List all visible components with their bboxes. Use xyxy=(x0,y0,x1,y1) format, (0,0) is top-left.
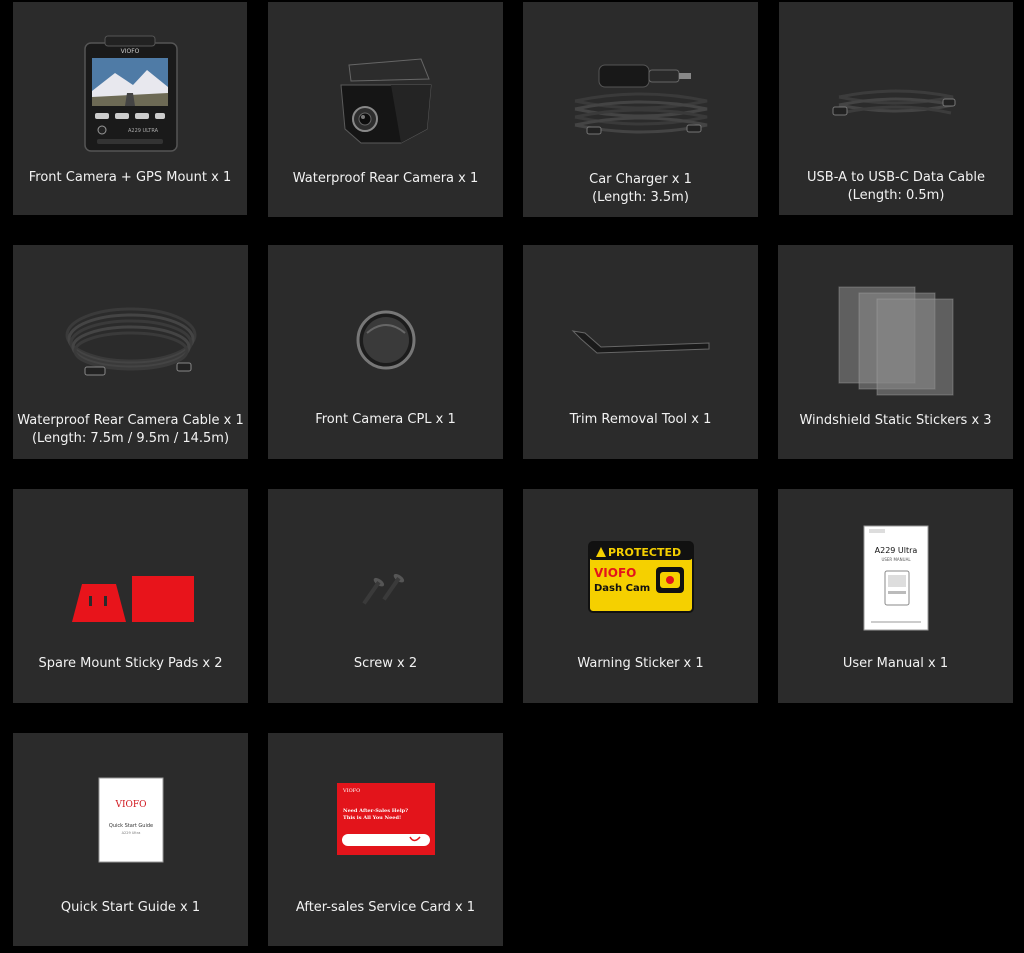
rear-camera-cable-icon xyxy=(13,290,248,390)
item-card-trim-tool: Trim Removal Tool x 1 xyxy=(523,245,758,459)
front-camera-icon: VIOFO A229 ULTRA xyxy=(13,32,247,162)
item-card-screws: Screw x 2 xyxy=(268,489,503,703)
item-card-cpl: Front Camera CPL x 1 xyxy=(268,245,503,459)
screw-icon xyxy=(268,569,503,619)
svg-text:VIOFO: VIOFO xyxy=(114,800,146,810)
item-card-quick-start-guide: VIOFO Quick Start Guide A229 Ultra Quick… xyxy=(13,733,248,946)
item-label: Front Camera + GPS Mount x 1 xyxy=(28,170,232,185)
svg-text:Dash Cam: Dash Cam xyxy=(594,583,650,594)
item-card-rear-camera: Waterproof Rear Camera x 1 xyxy=(268,2,503,217)
svg-text:VIOFO: VIOFO xyxy=(121,48,140,55)
item-label: User Manual x 1 xyxy=(842,656,949,671)
item-card-user-manual: A229 Ultra USER MANUAL User Manual x 1 xyxy=(778,489,1013,703)
item-card-car-charger: Car Charger x 1 (Length: 3.5m) xyxy=(523,2,758,217)
item-card-sticky-pads: Spare Mount Sticky Pads x 2 xyxy=(13,489,248,703)
usb-cable-icon xyxy=(779,67,1013,137)
item-card-static-stickers: Windshield Static Stickers x 3 xyxy=(778,245,1013,459)
svg-text:This is All You Need!: This is All You Need! xyxy=(343,815,401,821)
rear-camera-icon xyxy=(268,57,503,147)
item-label: Front Camera CPL x 1 xyxy=(315,412,456,427)
svg-text:Quick Start Guide: Quick Start Guide xyxy=(108,823,152,829)
cpl-filter-icon xyxy=(268,295,503,385)
item-label: Trim Removal Tool x 1 xyxy=(569,412,712,427)
svg-text:A229 ULTRA: A229 ULTRA xyxy=(128,128,159,134)
user-manual-icon: A229 Ultra USER MANUAL xyxy=(778,523,1013,633)
quick-start-guide-icon: VIOFO Quick Start Guide A229 Ultra xyxy=(13,775,248,865)
static-stickers-icon xyxy=(778,275,1013,405)
item-card-usb-cable: USB-A to USB-C Data Cable (Length: 0.5m) xyxy=(779,2,1013,215)
item-card-warning-sticker: PROTECTED VIOFO Dash Cam Warning Sticker… xyxy=(523,489,758,703)
svg-text:A229 Ultra: A229 Ultra xyxy=(874,546,917,555)
svg-text:Need After-Sales Help?: Need After-Sales Help? xyxy=(343,808,408,814)
item-label: USB-A to USB-C Data Cable (Length: 0.5m) xyxy=(807,170,985,203)
service-card-icon: VIOFO Need After-Sales Help? This is All… xyxy=(268,781,503,857)
item-card-service-card: VIOFO Need After-Sales Help? This is All… xyxy=(268,733,503,946)
sticky-pads-icon xyxy=(13,569,248,629)
item-label: Warning Sticker x 1 xyxy=(577,656,704,671)
svg-text:USER MANUAL: USER MANUAL xyxy=(881,557,911,562)
item-label: Screw x 2 xyxy=(353,656,418,671)
svg-text:VIOFO: VIOFO xyxy=(594,566,636,580)
item-label: Windshield Static Stickers x 3 xyxy=(799,413,992,428)
svg-text:PROTECTED: PROTECTED xyxy=(608,546,681,559)
item-label: Quick Start Guide x 1 xyxy=(60,900,201,915)
item-label: Car Charger x 1 (Length: 3.5m) xyxy=(589,172,692,205)
item-label: Waterproof Rear Camera Cable x 1 (Length… xyxy=(17,413,244,446)
item-label: Waterproof Rear Camera x 1 xyxy=(292,171,479,186)
item-card-rear-camera-cable: Waterproof Rear Camera Cable x 1 (Length… xyxy=(13,245,248,459)
item-label: Spare Mount Sticky Pads x 2 xyxy=(38,656,223,671)
svg-text:VIOFO: VIOFO xyxy=(342,788,360,794)
car-charger-icon xyxy=(523,57,758,147)
svg-text:A229 Ultra: A229 Ultra xyxy=(121,831,140,835)
trim-tool-icon xyxy=(523,315,758,365)
item-label: After-sales Service Card x 1 xyxy=(295,900,476,915)
item-card-front-camera: VIOFO A229 ULTRA Front Camera + GPS Moun… xyxy=(13,2,247,215)
warning-sticker-icon: PROTECTED VIOFO Dash Cam xyxy=(523,539,758,615)
